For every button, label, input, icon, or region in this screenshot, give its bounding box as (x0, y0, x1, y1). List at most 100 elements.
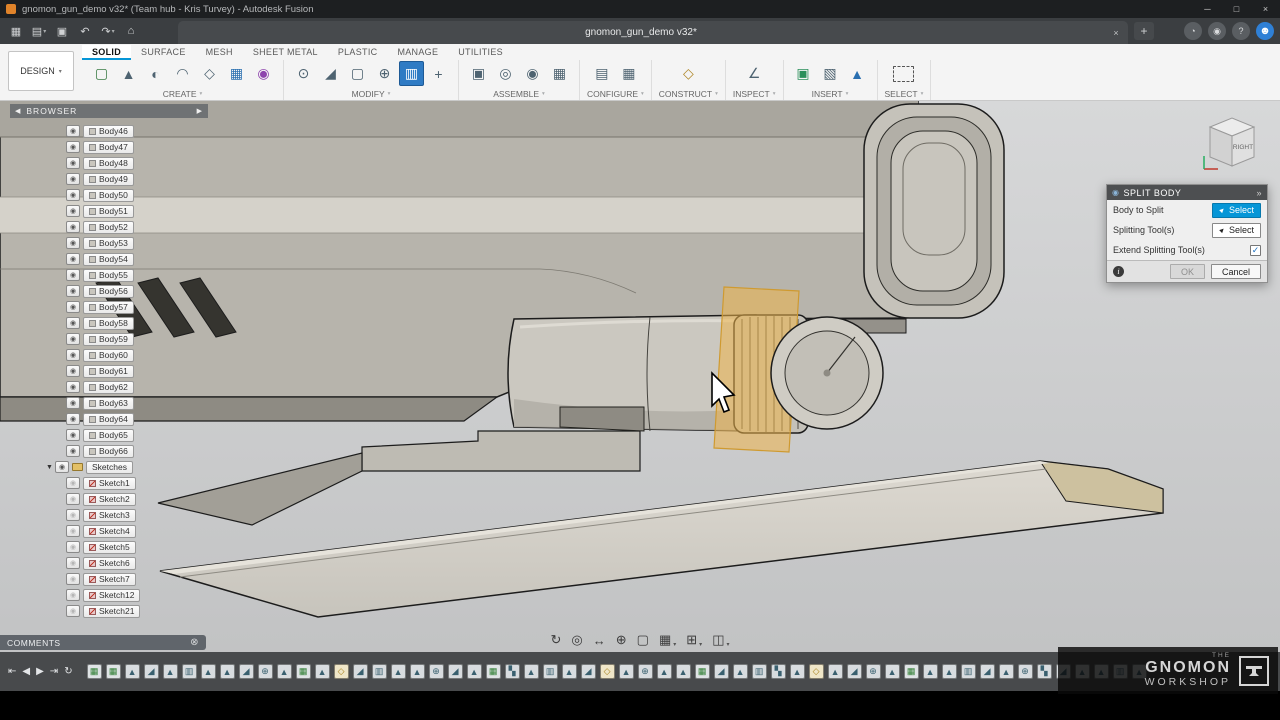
grid-layout-icon[interactable]: ⊞▾ (686, 632, 702, 648)
configuration-table-icon[interactable]: ▦ (616, 61, 641, 86)
body-node-body46[interactable]: Body46 (83, 125, 134, 138)
body-node-body51[interactable]: Body51 (83, 205, 134, 218)
as-built-joint-icon[interactable]: ◉ (520, 61, 545, 86)
move-copy-icon[interactable]: + (426, 61, 451, 86)
extrude-feature-icon[interactable]: ▲ (999, 664, 1014, 679)
visibility-eye-icon[interactable]: ◉ (66, 125, 80, 137)
combine-feature-icon[interactable]: ⊕ (638, 664, 653, 679)
extrude-feature-icon[interactable]: ▲ (790, 664, 805, 679)
split-body-feature-icon[interactable]: ▥ (543, 664, 558, 679)
extrude-feature-icon[interactable]: ▲ (467, 664, 482, 679)
shell-icon[interactable]: ▢ (345, 61, 370, 86)
revolve-icon[interactable]: ◐ (143, 61, 168, 86)
sketches-folder-node[interactable]: Sketches (86, 461, 133, 474)
viewport[interactable]: ◀ BROWSER ▶ ◉Body46◉Body47◉Body48◉Body49… (0, 101, 1280, 652)
ribbon-group-label-assemble[interactable]: ASSEMBLE▾ (493, 88, 545, 100)
visibility-eye-icon[interactable]: ◉ (66, 509, 80, 521)
ribbon-group-label-modify[interactable]: MODIFY▾ (352, 88, 391, 100)
fillet-feature-icon[interactable]: ◢ (144, 664, 159, 679)
body-node-body64[interactable]: Body64 (83, 413, 134, 426)
comments-bar[interactable]: COMMENTS ⊗ (0, 635, 206, 650)
visibility-eye-icon[interactable]: ◉ (66, 605, 80, 617)
combine-feature-icon[interactable]: ⊕ (429, 664, 444, 679)
loft-icon[interactable]: ◇ (197, 61, 222, 86)
ribbon-tab-manage[interactable]: MANAGE (387, 45, 448, 60)
maximize-button[interactable]: □ (1222, 0, 1251, 18)
fillet-feature-icon[interactable]: ◢ (581, 664, 596, 679)
extrude-feature-icon[interactable]: ▲ (733, 664, 748, 679)
extrude-feature-icon[interactable]: ▲ (315, 664, 330, 679)
view-cube[interactable]: RIGHT (1198, 111, 1262, 175)
home-icon[interactable]: ⌂ (121, 21, 141, 41)
timeline-step-back-button[interactable]: ◀ (22, 666, 30, 677)
visibility-eye-icon[interactable]: ◉ (66, 221, 80, 233)
pattern-feature-icon[interactable]: ▚ (771, 664, 786, 679)
undo-icon[interactable]: ↶ (75, 21, 95, 41)
extrude-feature-icon[interactable]: ▲ (201, 664, 216, 679)
ribbon-tab-surface[interactable]: SURFACE (131, 45, 196, 60)
visibility-eye-icon[interactable]: ◉ (55, 461, 69, 473)
construction-plane-feature-icon[interactable]: ◇ (809, 664, 824, 679)
body-node-body50[interactable]: Body50 (83, 189, 134, 202)
construction-plane-feature-icon[interactable]: ◇ (334, 664, 349, 679)
ribbon-group-label-select[interactable]: SELECT▾ (885, 88, 924, 100)
create-sketch-icon[interactable]: ▢ (89, 61, 114, 86)
visibility-eye-icon[interactable]: ◉ (66, 333, 80, 345)
sketch-node-sketch1[interactable]: Sketch1 (83, 477, 136, 490)
visibility-eye-icon[interactable]: ◉ (66, 301, 80, 313)
ribbon-group-label-create[interactable]: CREATE▾ (163, 88, 203, 100)
extrude-feature-icon[interactable]: ▲ (163, 664, 178, 679)
timeline-end-button[interactable]: ⇥ (50, 666, 58, 677)
visibility-eye-icon[interactable]: ◉ (66, 589, 80, 601)
split-body-feature-icon[interactable]: ▥ (182, 664, 197, 679)
body-node-body57[interactable]: Body57 (83, 301, 134, 314)
press-pull-icon[interactable]: ⊙ (291, 61, 316, 86)
combine-feature-icon[interactable]: ⊕ (1018, 664, 1033, 679)
account-avatar[interactable]: ☻ (1256, 22, 1274, 40)
visibility-eye-icon[interactable]: ◉ (66, 541, 80, 553)
ok-button[interactable]: OK (1170, 264, 1205, 279)
design-workspace-button[interactable]: DESIGN ▾ (8, 51, 74, 91)
split-body-feature-icon[interactable]: ▥ (372, 664, 387, 679)
fillet-feature-icon[interactable]: ◢ (448, 664, 463, 679)
ribbon-group-label-inspect[interactable]: INSPECT▾ (733, 88, 776, 100)
combine-feature-icon[interactable]: ⊕ (866, 664, 881, 679)
free-orbit-icon[interactable]: ↻ (551, 632, 562, 648)
fillet-feature-icon[interactable]: ◢ (714, 664, 729, 679)
body-node-body52[interactable]: Body52 (83, 221, 134, 234)
decal-icon[interactable]: ▧ (818, 61, 843, 86)
splitting-tools-select-button[interactable]: ► Select (1212, 223, 1261, 238)
visibility-eye-icon[interactable]: ◉ (66, 349, 80, 361)
extrude-feature-icon[interactable]: ▲ (676, 664, 691, 679)
save-icon[interactable]: ▣ (52, 21, 72, 41)
extend-splitting-tools-checkbox[interactable]: ✓ (1250, 245, 1261, 256)
dialog-header[interactable]: ◉ SPLIT BODY » (1107, 185, 1267, 200)
body-node-body54[interactable]: Body54 (83, 253, 134, 266)
comments-close-icon[interactable]: ⊗ (190, 637, 199, 648)
redo-icon[interactable]: ↷▾ (98, 21, 118, 41)
body-node-body60[interactable]: Body60 (83, 349, 134, 362)
body-node-body53[interactable]: Body53 (83, 237, 134, 250)
sketch-node-sketch6[interactable]: Sketch6 (83, 557, 136, 570)
browser-collapse-icon[interactable]: ◀ (15, 107, 21, 115)
job-status-icon[interactable]: ◔ (1184, 22, 1202, 40)
expand-triangle-icon[interactable]: ▼ (44, 464, 55, 471)
zoom-icon[interactable]: ⊕ (616, 632, 627, 648)
fillet-icon[interactable]: ◢ (318, 61, 343, 86)
combine-icon[interactable]: ⊕ (372, 61, 397, 86)
sketch-node-sketch12[interactable]: Sketch12 (83, 589, 140, 602)
split-body-feature-icon[interactable]: ▥ (961, 664, 976, 679)
body-node-body62[interactable]: Body62 (83, 381, 134, 394)
extrude-feature-icon[interactable]: ▲ (220, 664, 235, 679)
insert-derive-icon[interactable]: ▣ (791, 61, 816, 86)
fillet-feature-icon[interactable]: ◢ (239, 664, 254, 679)
extrude-feature-icon[interactable]: ▲ (923, 664, 938, 679)
sketch-feature-icon[interactable]: ▦ (296, 664, 311, 679)
visibility-eye-icon[interactable]: ◉ (66, 269, 80, 281)
ribbon-tab-plastic[interactable]: PLASTIC (328, 45, 388, 60)
sketch-feature-icon[interactable]: ▦ (904, 664, 919, 679)
extrude-feature-icon[interactable]: ▲ (619, 664, 634, 679)
dialog-expand-icon[interactable]: » (1256, 188, 1262, 198)
visibility-eye-icon[interactable]: ◉ (66, 429, 80, 441)
body-node-body56[interactable]: Body56 (83, 285, 134, 298)
